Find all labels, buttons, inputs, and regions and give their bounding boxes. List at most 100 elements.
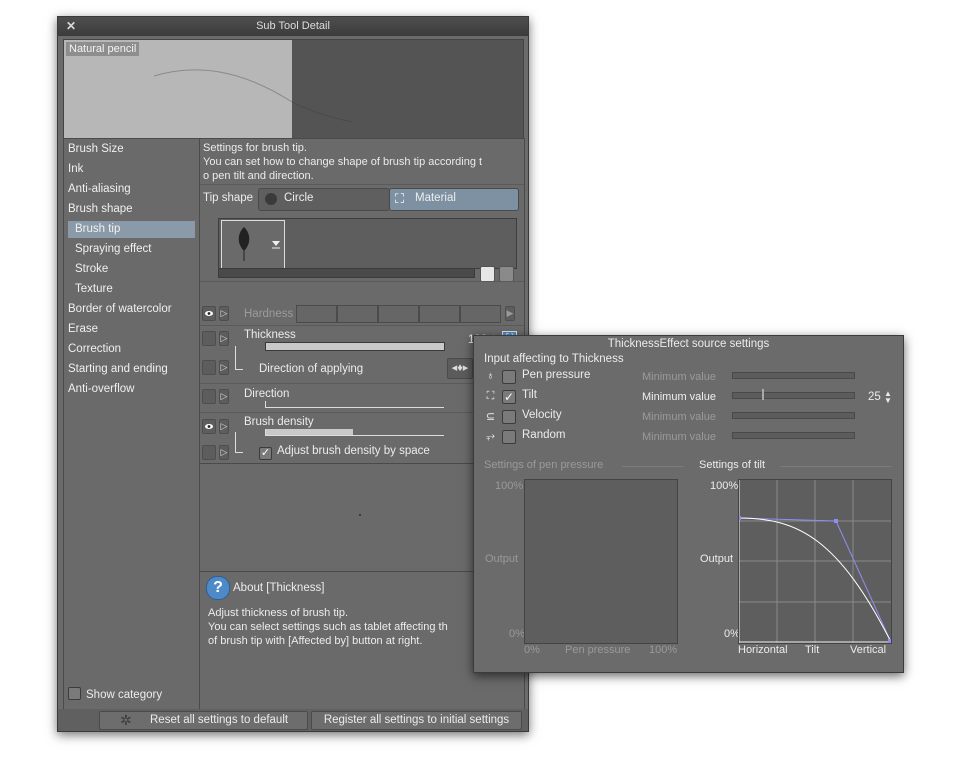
eye-icon[interactable] — [202, 306, 216, 321]
tip-circle-button[interactable]: Circle — [258, 188, 390, 211]
direction-of-applying-button[interactable]: ◂♦▸ — [447, 358, 473, 379]
minimum-value-slider[interactable] — [732, 432, 855, 439]
minimum-value-label: Minimum value — [642, 391, 716, 403]
expand-arrow-icon[interactable]: ▷ — [219, 360, 229, 375]
brush-density-fill — [266, 429, 354, 435]
pen-pressure-icon: ♁ — [486, 370, 495, 382]
thickness-fill — [266, 343, 444, 350]
direction-slider[interactable] — [265, 401, 444, 408]
description-line: o pen tilt and direction. — [203, 170, 314, 182]
category-item[interactable]: Starting and ending — [68, 361, 195, 378]
reset-button[interactable]: ✲ Reset all settings to default — [99, 711, 308, 730]
expand-arrow-icon[interactable]: ▷ — [219, 445, 229, 460]
trash-icon[interactable] — [499, 266, 514, 282]
input-source-label: Tilt — [522, 389, 537, 401]
hardness-step[interactable] — [296, 305, 337, 323]
tip-material-label: Material — [415, 192, 456, 204]
hardness-selector[interactable] — [296, 305, 501, 323]
expand-arrow-icon[interactable]: ▷ — [219, 306, 229, 321]
category-item[interactable]: Brush tip — [68, 221, 195, 238]
tip-circle-label: Circle — [284, 192, 314, 204]
pressure-curve-graph[interactable] — [524, 479, 678, 644]
window-titlebar[interactable]: Sub Tool Detail — [58, 17, 528, 36]
tip-list-scrollbar[interactable] — [218, 268, 475, 278]
tilt-x-left: Horizontal — [738, 644, 788, 656]
pressure-y-top: 100% — [495, 480, 524, 492]
checkbox-checked[interactable]: ✓ — [259, 447, 272, 460]
input-source-row: ⥅ Random Minimum value — [484, 429, 894, 447]
pressure-x-right: 100% — [649, 644, 678, 656]
hardness-next-icon[interactable]: ▶ — [505, 306, 515, 321]
tilt-curve — [737, 480, 892, 643]
eye-placeholder[interactable] — [202, 445, 216, 460]
category-item[interactable]: Brush Size — [68, 141, 195, 158]
material-icon: ⛶ — [395, 191, 405, 206]
minimum-value-number[interactable]: 25 — [868, 391, 881, 403]
popup-subtitle: Input affecting to Thickness — [484, 353, 624, 365]
divider — [200, 325, 524, 326]
expand-arrow-icon[interactable]: ▷ — [219, 331, 229, 346]
eye-placeholder[interactable] — [202, 360, 216, 375]
eye-icon[interactable] — [202, 419, 216, 434]
pressure-x-mid: Pen pressure — [565, 644, 631, 656]
thickness-slider[interactable] — [265, 342, 445, 351]
hardness-step[interactable] — [419, 305, 460, 323]
hardness-step[interactable] — [337, 305, 378, 323]
eye-placeholder[interactable] — [202, 389, 216, 404]
preview-label: Natural pencil — [66, 42, 140, 56]
expand-arrow-icon[interactable]: ▷ — [219, 389, 229, 404]
minimum-value-slider[interactable] — [732, 372, 855, 379]
checkbox-box[interactable] — [68, 687, 81, 700]
slider-knob[interactable] — [762, 389, 764, 400]
help-icon: ? — [206, 576, 230, 600]
category-item[interactable]: Stroke — [68, 261, 195, 278]
minimum-value-label: Minimum value — [642, 411, 716, 423]
category-item[interactable]: Anti-aliasing — [68, 181, 195, 198]
close-icon[interactable]: ✕ — [64, 19, 78, 33]
category-item[interactable]: Texture — [68, 281, 195, 298]
brush-density-slider[interactable] — [265, 429, 444, 436]
input-source-checkbox[interactable] — [502, 370, 516, 384]
hardness-step[interactable] — [460, 305, 501, 323]
reset-button-label: Reset all settings to default — [150, 714, 289, 726]
tree-line — [235, 369, 243, 370]
brush-tip-icon — [238, 227, 280, 261]
category-item[interactable]: Spraying effect — [68, 241, 195, 258]
category-item[interactable]: Ink — [68, 161, 195, 178]
register-button-label: Register all settings to initial setting… — [323, 714, 510, 726]
circle-icon — [265, 193, 277, 205]
tilt-y-top: 100% — [710, 480, 739, 492]
minimum-value-label: Minimum value — [642, 371, 716, 383]
hardness-step[interactable] — [378, 305, 419, 323]
category-item[interactable]: Brush shape — [68, 201, 195, 218]
tip-thumbnail[interactable] — [221, 220, 285, 270]
show-category-checkbox[interactable]: Show category — [68, 687, 162, 701]
minimum-value-slider[interactable] — [732, 392, 855, 399]
category-list: Brush Size Ink Anti-aliasing Brush shape Bru… — [63, 138, 200, 710]
input-source-label: Velocity — [522, 409, 562, 421]
input-source-checkbox[interactable] — [502, 410, 516, 424]
category-item[interactable]: Anti-overflow — [68, 381, 195, 398]
adjust-density-label: Adjust brush density by space — [277, 445, 430, 457]
adjust-density-checkbox[interactable]: ✓ Adjust brush density by space — [259, 445, 430, 460]
input-source-label: Pen pressure — [522, 369, 591, 381]
category-item[interactable]: Correction — [68, 341, 195, 358]
category-item[interactable]: Border of watercolor — [68, 301, 195, 318]
register-button[interactable]: Register all settings to initial setting… — [311, 711, 522, 730]
input-source-checkbox[interactable]: ✓ — [502, 390, 516, 404]
category-item[interactable]: Erase — [68, 321, 195, 338]
empty-area-dot — [359, 514, 361, 516]
direction-of-applying-label: Direction of applying — [259, 363, 364, 375]
section-line — [622, 466, 684, 467]
tip-material-list[interactable] — [218, 218, 517, 270]
tilt-curve-graph[interactable] — [737, 479, 892, 644]
expand-arrow-icon[interactable]: ▷ — [219, 419, 229, 434]
new-page-icon[interactable] — [480, 266, 495, 282]
input-source-checkbox[interactable] — [502, 430, 516, 444]
minimum-value-slider[interactable] — [732, 412, 855, 419]
value-spinner-icon[interactable]: ▲ ▼ — [884, 390, 892, 405]
eye-placeholder[interactable] — [202, 331, 216, 346]
tip-material-button[interactable]: ⛶ Material — [389, 188, 519, 211]
tree-line — [235, 432, 236, 452]
thickness-label: Thickness — [244, 329, 296, 341]
